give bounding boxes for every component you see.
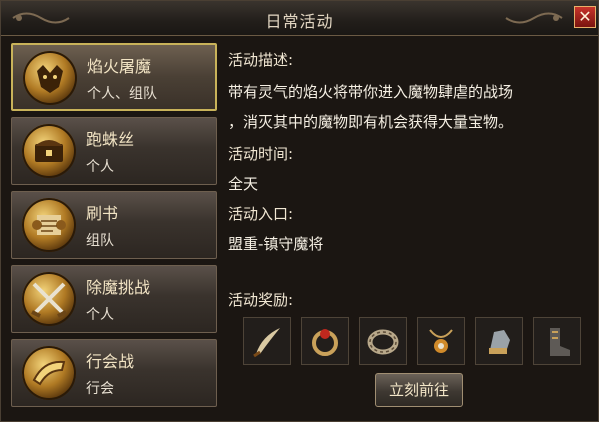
war-horn-icon: [22, 346, 76, 400]
daily-activities-window: 日常活动 ✕ 焰火屠魔 个人、组队 跑蛛丝 个人 刷书 组队 除魔挑战 个人 行…: [0, 0, 599, 422]
activity-mode: 个人: [86, 159, 114, 175]
reward-slot[interactable]: [301, 317, 349, 365]
activity-name: 除魔挑战: [86, 278, 151, 297]
activity-name: 跑蛛丝: [86, 130, 135, 149]
gauntlet-icon: [489, 330, 510, 354]
reward-label: 活动奖励:: [228, 291, 294, 309]
close-button[interactable]: ✕: [574, 6, 596, 28]
go-now-button[interactable]: 立刻前往: [375, 373, 463, 407]
activity-detail-panel: 活动描述: 带有灵气的焰火将带你进入魔物肆虐的战场 ，消灭其中的魔物即有机会获得…: [223, 41, 595, 415]
reward-slot[interactable]: [475, 317, 523, 365]
activity-list: 焰火屠魔 个人、组队 跑蛛丝 个人 刷书 组队 除魔挑战 个人 行会战 行会: [7, 41, 217, 415]
time-value: 全天: [228, 175, 259, 193]
reward-slot[interactable]: [417, 317, 465, 365]
activity-item-book-farm[interactable]: 刷书 组队: [11, 191, 217, 259]
curved-blade-icon: [253, 328, 280, 358]
activity-item-demon-challenge[interactable]: 除魔挑战 个人: [11, 265, 217, 333]
amulet-icon: [429, 329, 453, 353]
activity-item-guild-war[interactable]: 行会战 行会: [11, 339, 217, 407]
crossed-swords-icon: [22, 272, 76, 326]
activity-mode: 组队: [86, 233, 114, 249]
demon-head-icon: [23, 51, 77, 105]
title-bar[interactable]: 日常活动 ✕: [1, 1, 598, 36]
activity-name: 行会战: [86, 352, 135, 371]
description-label: 活动描述:: [228, 51, 294, 69]
activity-mode: 行会: [86, 381, 114, 397]
description-line-1: 带有灵气的焰火将带你进入魔物肆虐的战场: [228, 83, 514, 101]
entry-label: 活动入口:: [228, 205, 294, 223]
treasure-chest-icon: [22, 124, 76, 178]
boots-icon: [550, 328, 570, 356]
ruby-ring-icon: [312, 329, 338, 356]
bracelet-icon: [367, 329, 399, 355]
scroll-icon: [22, 198, 76, 252]
reward-slot[interactable]: [359, 317, 407, 365]
time-label: 活动时间:: [228, 145, 294, 163]
reward-slot[interactable]: [533, 317, 581, 365]
activity-name: 焰火屠魔: [87, 57, 152, 76]
activity-mode: 个人、组队: [87, 86, 157, 102]
reward-slot[interactable]: [243, 317, 291, 365]
entry-value: 盟重-镇守魔将: [228, 235, 324, 253]
activity-name: 刷书: [86, 204, 119, 223]
activity-item-spider-silk[interactable]: 跑蛛丝 个人: [11, 117, 217, 185]
description-line-2: ，消灭其中的魔物即有机会获得大量宝物。: [228, 113, 514, 131]
activity-mode: 个人: [86, 307, 114, 323]
activity-item-flame-demon[interactable]: 焰火屠魔 个人、组队: [11, 43, 217, 111]
right-ornament-icon: [505, 12, 563, 24]
